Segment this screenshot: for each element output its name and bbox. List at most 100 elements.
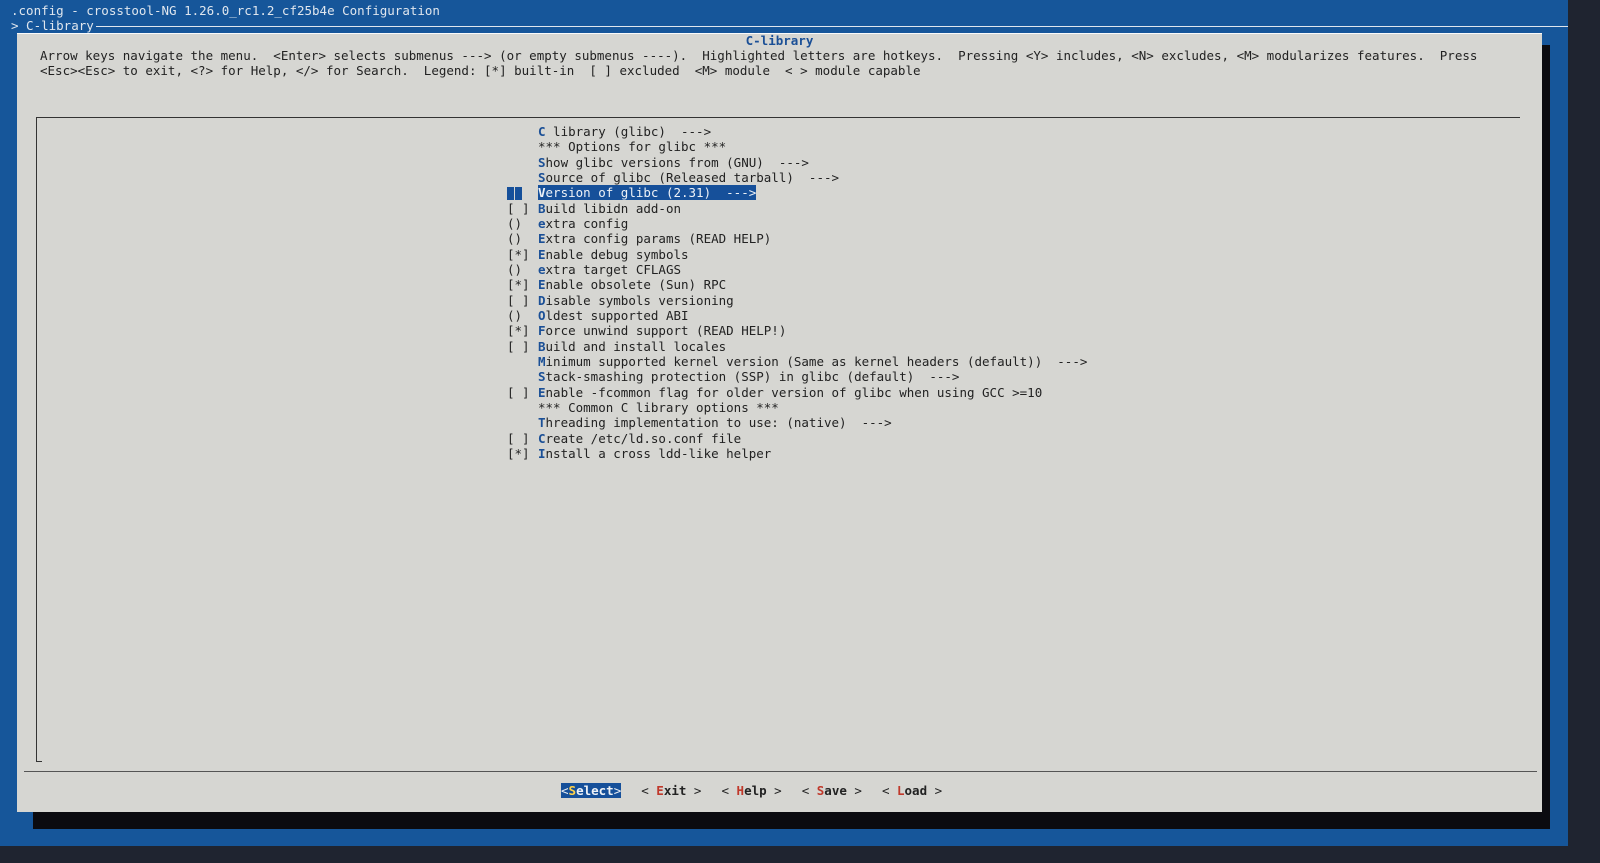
menu-item[interactable]: Minimum supported kernel version (Same a… [507, 354, 1087, 369]
button-bracket: < [881, 783, 897, 798]
menu-item[interactable]: [*] Install a cross ldd-like helper [507, 446, 1087, 461]
selection-marker [507, 187, 514, 201]
menu-item-text: ersion of glibc (2.31) ---> [545, 185, 757, 201]
menu-item[interactable]: [ ] Enable -fcommon flag for older versio… [507, 385, 1087, 400]
menu-item-prefix: () [507, 231, 523, 247]
menu-item[interactable]: Version of glibc (2.31) ---> [507, 185, 1087, 201]
menu-item-text: xtra target CFLAGS [545, 261, 681, 277]
menu-item-label: Show glibc versions from (GNU) ---> [538, 155, 809, 170]
button-bracket: > [846, 783, 862, 798]
menu-item-hotkey: S [538, 169, 546, 185]
button-label: elect [576, 783, 614, 798]
menu-item-text: nable -fcommon flag for older version of… [545, 384, 1043, 400]
button-bracket: < [641, 783, 657, 798]
button-label: xit [663, 783, 687, 798]
button-label: elp [744, 783, 767, 798]
select-button[interactable]: <Select> [561, 783, 622, 798]
menu-item[interactable]: Stack-smashing protection (SSP) in glibc… [507, 369, 1087, 384]
menu-item[interactable]: () extra config [507, 216, 1087, 231]
load-button[interactable]: < Load > [882, 783, 942, 798]
menu-item[interactable]: () Oldest supported ABI [507, 308, 1087, 323]
menu-item[interactable]: *** Options for glibc *** [507, 139, 1087, 154]
menu-item-prefix: [*] [507, 277, 530, 293]
menu-item-hotkey: T [538, 415, 546, 431]
menu-item-text: library (glibc) ---> [545, 124, 712, 139]
menu-item-label: Extra config params (READ HELP) [538, 231, 771, 246]
menu-item-hotkey: S [538, 154, 546, 170]
menu-item-hotkey: M [538, 353, 546, 369]
button-hotkey: H [736, 783, 745, 798]
menu-item-text: nable debug symbols [545, 246, 689, 262]
menu-item-text: inimum supported kernel version (Same as… [545, 353, 1088, 369]
menu-item[interactable]: C library (glibc) ---> [507, 124, 1087, 139]
menu-item-label: Minimum supported kernel version (Same a… [538, 354, 1087, 369]
menu-item-text: xtra config [545, 215, 629, 231]
menu-item-prefix: [ ] [507, 200, 530, 216]
menu-item-label: Stack-smashing protection (SSP) in glibc… [538, 369, 959, 384]
menu-item-label: extra config [538, 216, 628, 231]
menu-item[interactable]: [ ] Build and install locales [507, 339, 1087, 354]
menu-item-hotkey: B [538, 338, 546, 354]
menu-item-label: extra target CFLAGS [538, 262, 681, 277]
menu-item-label: Threading implementation to use: (native… [538, 415, 892, 430]
menu-item[interactable]: () extra target CFLAGS [507, 262, 1087, 277]
menu-item[interactable]: [*] Enable obsolete (Sun) RPC [507, 277, 1087, 292]
menu-item-text: tack-smashing protection (SSP) in glibc … [545, 369, 960, 385]
menu-item-text: *** Common C library options *** [538, 399, 779, 415]
menu-item-label: Enable -fcommon flag for older version o… [538, 385, 1042, 400]
button-bracket: < [561, 783, 569, 798]
menu-item-hotkey: e [538, 215, 546, 231]
menu-item-label: Install a cross ldd-like helper [538, 446, 771, 461]
menu-item-text: reate /etc/ld.so.conf file [545, 430, 742, 446]
button-hotkey: E [656, 783, 664, 798]
menu-item-label: Disable symbols versioning [538, 293, 734, 308]
save-button[interactable]: < Save > [802, 783, 862, 798]
menu-item-text: hreading implementation to use: (native)… [545, 415, 892, 431]
exit-button[interactable]: < Exit > [641, 783, 701, 798]
menu-item-prefix: () [507, 307, 523, 323]
button-hotkey: S [568, 783, 577, 798]
dialog-shadow-right [1542, 45, 1550, 829]
button-bracket: < [801, 783, 817, 798]
menu-item[interactable]: *** Common C library options *** [507, 400, 1087, 415]
menu-item-label: Create /etc/ld.so.conf file [538, 431, 741, 446]
menu-item[interactable]: [ ] Create /etc/ld.so.conf file [507, 431, 1087, 446]
button-label: oad [904, 783, 928, 798]
help-button[interactable]: < Help > [721, 783, 781, 798]
menu-item[interactable]: Threading implementation to use: (native… [507, 415, 1087, 430]
menu-item-prefix: [*] [507, 445, 530, 461]
menu-item-label: Enable obsolete (Sun) RPC [538, 277, 726, 292]
menu-list: C library (glibc) ---> *** Options for gl… [507, 124, 1087, 461]
button-bracket: > [613, 783, 622, 798]
button-bracket: > [927, 783, 943, 798]
menu-item-hotkey: D [538, 292, 546, 308]
menu-item-text: *** Options for glibc *** [538, 139, 727, 155]
help-line-1: Arrow keys navigate the menu. <Enter> se… [40, 48, 1478, 63]
menu-item-text: nstall a cross ldd-like helper [545, 445, 772, 461]
menu-item-hotkey: C [538, 430, 546, 446]
menu-item-hotkey: E [538, 246, 546, 262]
menu-item[interactable]: [ ] Disable symbols versioning [507, 293, 1087, 308]
menu-item-hotkey: E [538, 384, 546, 400]
button-label: ave [824, 783, 847, 798]
menu-item-hotkey: F [538, 323, 546, 339]
menu-item-label: *** Options for glibc *** [538, 139, 726, 154]
window-title: .config - crosstool-NG 1.26.0_rc1.2_cf25… [11, 3, 440, 18]
menu-item-text: uild libidn add-on [545, 200, 681, 216]
menu-item-text: isable symbols versioning [545, 292, 734, 308]
menu-item-prefix [507, 185, 538, 201]
menu-item-label: Force unwind support (READ HELP!) [538, 323, 786, 338]
menu-item[interactable]: [ ] Build libidn add-on [507, 201, 1087, 216]
button-bracket: > [766, 783, 782, 798]
menu-item-label: Oldest supported ABI [538, 308, 689, 323]
menu-item[interactable]: [*] Enable debug symbols [507, 247, 1087, 262]
menu-item-text: ldest supported ABI [545, 307, 689, 323]
menu-item[interactable]: Source of glibc (Released tarball) ---> [507, 170, 1087, 185]
menu-item[interactable]: () Extra config params (READ HELP) [507, 231, 1087, 246]
menu-item-prefix: [ ] [507, 292, 530, 308]
menu-item[interactable]: Show glibc versions from (GNU) ---> [507, 155, 1087, 170]
menu-item-prefix: () [507, 261, 523, 277]
menu-item-label: C library (glibc) ---> [538, 124, 711, 139]
menu-item[interactable]: [*] Force unwind support (READ HELP!) [507, 323, 1087, 338]
dialog-shadow-bottom [33, 812, 1544, 829]
